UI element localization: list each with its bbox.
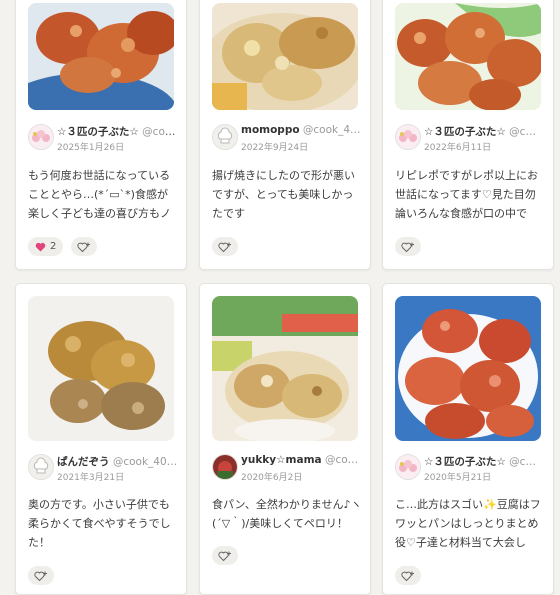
- like-button[interactable]: 2: [28, 237, 64, 256]
- author-id: @cook_40…: [142, 126, 180, 138]
- add-like-button[interactable]: [212, 546, 238, 565]
- comment-text: こ…此方はスゴい✨豆腐はフワッとパンはしっとりまとめ役♡子達と材料当て大会して…: [395, 498, 541, 549]
- tsukurepo-card[interactable]: yukky☆mama @co… 2020年6月2日 食パン、全然わかりません♪ヽ…: [199, 283, 371, 595]
- author-info[interactable]: ☆３匹の子ぶた☆ @cook_40… 2025年1月26日: [28, 124, 180, 154]
- card-actions: [212, 546, 241, 566]
- heart-icon: [35, 242, 46, 252]
- author-name[interactable]: yukky☆mama @co…: [241, 454, 364, 466]
- tsukurepo-card[interactable]: ☆３匹の子ぶた☆ @c… 2020年5月21日 こ…此方はスゴい✨豆腐はフワッと…: [382, 283, 554, 595]
- card-actions: [28, 566, 57, 586]
- heart-plus-icon: [218, 551, 231, 561]
- card-actions: 2: [28, 237, 100, 257]
- author-info[interactable]: ぱんだぞう @cook_40… 2021年3月21日: [28, 454, 180, 484]
- card-actions: [212, 237, 241, 257]
- heart-plus-icon: [401, 571, 414, 581]
- add-like-button[interactable]: [395, 237, 421, 256]
- pig-avatar-icon[interactable]: [395, 124, 421, 150]
- author-nickname: ☆３匹の子ぶた☆: [57, 126, 139, 138]
- comment-text: 食パン、全然わかりません♪ヽ(´▽｀)/美味しくてペロリ！: [212, 498, 362, 530]
- dish-photo[interactable]: [212, 3, 358, 110]
- chef-hat-avatar-icon[interactable]: [28, 454, 54, 480]
- dish-photo[interactable]: [212, 296, 358, 441]
- author-id: @cook_40…: [112, 456, 178, 468]
- card-actions: [395, 566, 424, 586]
- card-actions: [395, 237, 424, 257]
- author-name[interactable]: ☆３匹の子ぶた☆ @c…: [424, 124, 547, 139]
- dish-photo[interactable]: [28, 3, 174, 110]
- comment-text: リピレポですがレポ以上にお世話になってます♡見た目勿論いろんな食感が口の中で融…: [395, 169, 538, 220]
- heart-plus-icon: [218, 242, 231, 252]
- tsukurepo-card[interactable]: ☆３匹の子ぶた☆ @c… 2022年6月11日 リピレポですがレポ以上にお世話に…: [382, 0, 554, 270]
- add-like-button[interactable]: [28, 566, 54, 585]
- author-id: @cook_4…: [302, 124, 361, 136]
- author-id: @c…: [509, 126, 536, 138]
- post-date: 2021年3月21日: [57, 473, 125, 483]
- author-name[interactable]: ☆３匹の子ぶた☆ @c…: [424, 454, 547, 469]
- add-like-button[interactable]: [212, 237, 238, 256]
- post-date: 2022年6月11日: [424, 143, 492, 153]
- author-id: @co…: [324, 454, 359, 466]
- author-name[interactable]: ☆３匹の子ぶた☆ @cook_40…: [57, 124, 180, 139]
- heart-plus-icon: [77, 242, 91, 252]
- dish-photo[interactable]: [28, 296, 174, 441]
- post-date: 2022年9月24日: [241, 143, 309, 153]
- author-name[interactable]: momoppo @cook_4…: [241, 124, 364, 136]
- tsukurepo-card[interactable]: ☆３匹の子ぶた☆ @cook_40… 2025年1月26日 もう何度お世話になっ…: [15, 0, 187, 270]
- post-date: 2020年5月21日: [424, 473, 492, 483]
- author-name[interactable]: ぱんだぞう @cook_40…: [57, 454, 180, 469]
- like-count: 2: [50, 241, 57, 252]
- heart-plus-icon: [401, 242, 414, 252]
- heart-plus-icon: [34, 571, 47, 581]
- author-id: @c…: [509, 456, 536, 468]
- author-info[interactable]: ☆３匹の子ぶた☆ @c… 2022年6月11日: [395, 124, 547, 154]
- pig-avatar-icon[interactable]: [395, 454, 421, 480]
- tsukurepo-grid: ☆３匹の子ぶた☆ @cook_40… 2025年1月26日 もう何度お世話になっ…: [0, 0, 560, 595]
- add-like-button[interactable]: [395, 566, 421, 585]
- author-nickname: ☆３匹の子ぶた☆: [424, 126, 506, 138]
- dish-photo[interactable]: [395, 296, 541, 441]
- pig-avatar-icon[interactable]: [28, 124, 54, 150]
- tsukurepo-card[interactable]: momoppo @cook_4… 2022年9月24日 揚げ焼きにしたので形が悪…: [199, 0, 371, 270]
- tsukurepo-card[interactable]: ぱんだぞう @cook_40… 2021年3月21日 奥の方です。小さい子供でも…: [15, 283, 187, 595]
- user-photo-avatar-icon[interactable]: [212, 454, 238, 480]
- comment-text: 揚げ焼きにしたので形が悪いですが、とっても美味しかったです: [212, 169, 355, 220]
- chef-hat-avatar-icon[interactable]: [212, 124, 238, 150]
- author-info[interactable]: ☆３匹の子ぶた☆ @c… 2020年5月21日: [395, 454, 547, 484]
- author-nickname: momoppo: [241, 124, 300, 136]
- comment-text: 奥の方です。小さい子供でも柔らかくて食べやすそうでした！: [28, 498, 171, 549]
- post-date: 2020年6月2日: [241, 473, 303, 483]
- comment-text: もう何度お世話になっていることとやら…(*´▭`*)食感が楽しく子ども達の喜び方…: [28, 169, 171, 220]
- author-nickname: ぱんだぞう: [57, 456, 110, 468]
- author-info[interactable]: yukky☆mama @co… 2020年6月2日: [212, 454, 364, 484]
- add-like-button[interactable]: [71, 237, 98, 256]
- author-info[interactable]: momoppo @cook_4… 2022年9月24日: [212, 124, 364, 154]
- dish-photo[interactable]: [395, 3, 541, 110]
- post-date: 2025年1月26日: [57, 143, 125, 153]
- author-nickname: yukky☆mama: [241, 454, 322, 466]
- author-nickname: ☆３匹の子ぶた☆: [424, 456, 506, 468]
